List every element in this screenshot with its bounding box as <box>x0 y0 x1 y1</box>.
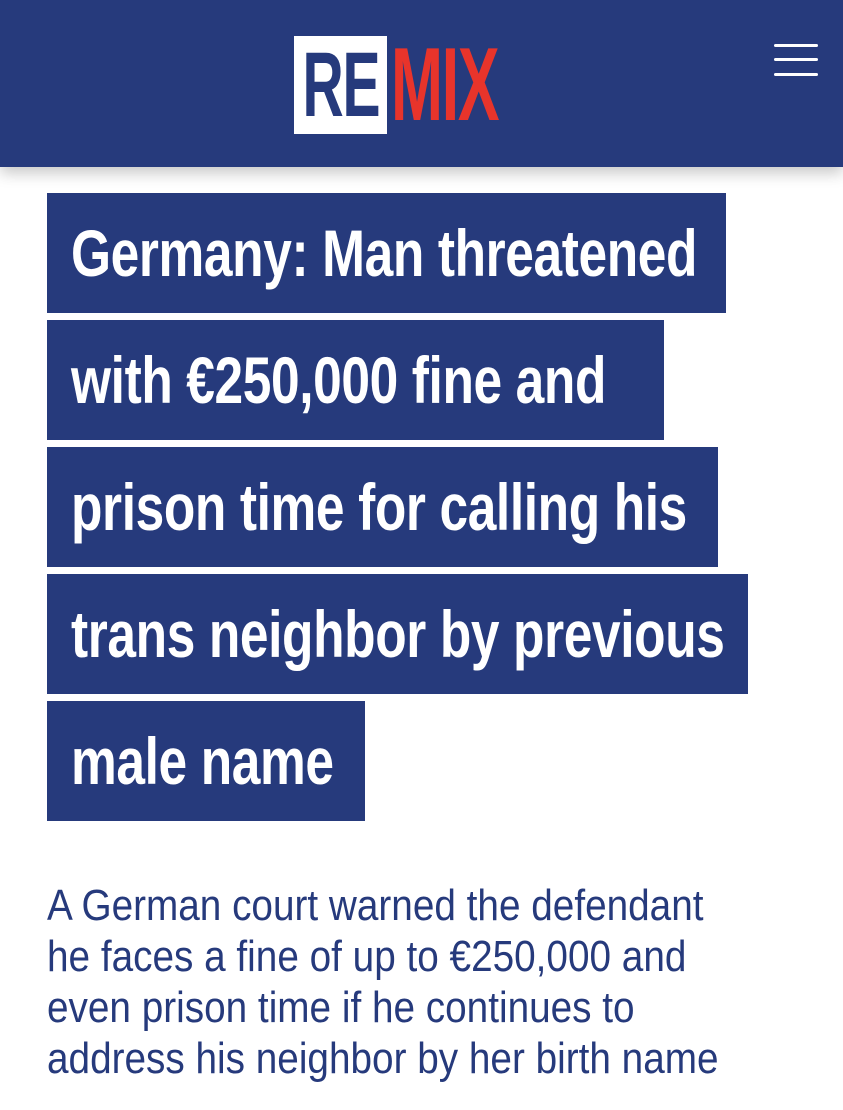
site-header: RE MIX <box>0 0 843 167</box>
menu-bar <box>774 44 818 47</box>
lead-line: A German court warned the defendant <box>47 881 704 930</box>
headline-line: prison time for calling his <box>47 447 718 567</box>
article-lead: A German court warned the defendant he f… <box>47 880 817 1084</box>
headline-line: trans neighbor by previous <box>47 574 748 694</box>
lead-line: he faces a fine of up to €250,000 and <box>47 932 687 981</box>
logo-mix-text: MIX <box>391 27 500 143</box>
logo-left-box: RE <box>294 36 387 134</box>
article-headline: Germany: Man threatened with €250,000 fi… <box>47 193 807 828</box>
headline-line: male name <box>47 701 365 821</box>
hamburger-menu-icon[interactable] <box>774 42 818 78</box>
lead-line: even prison time if he continues to <box>47 983 635 1032</box>
menu-bar <box>774 58 818 61</box>
headline-line: with €250,000 fine and <box>47 320 664 440</box>
logo-re-text: RE <box>302 34 380 136</box>
lead-line: address his neighbor by her birth name <box>47 1034 719 1083</box>
headline-line: Germany: Man threatened <box>47 193 726 313</box>
logo-right: MIX <box>387 27 570 143</box>
remix-logo[interactable]: RE MIX <box>294 27 570 143</box>
menu-bar <box>774 73 818 76</box>
